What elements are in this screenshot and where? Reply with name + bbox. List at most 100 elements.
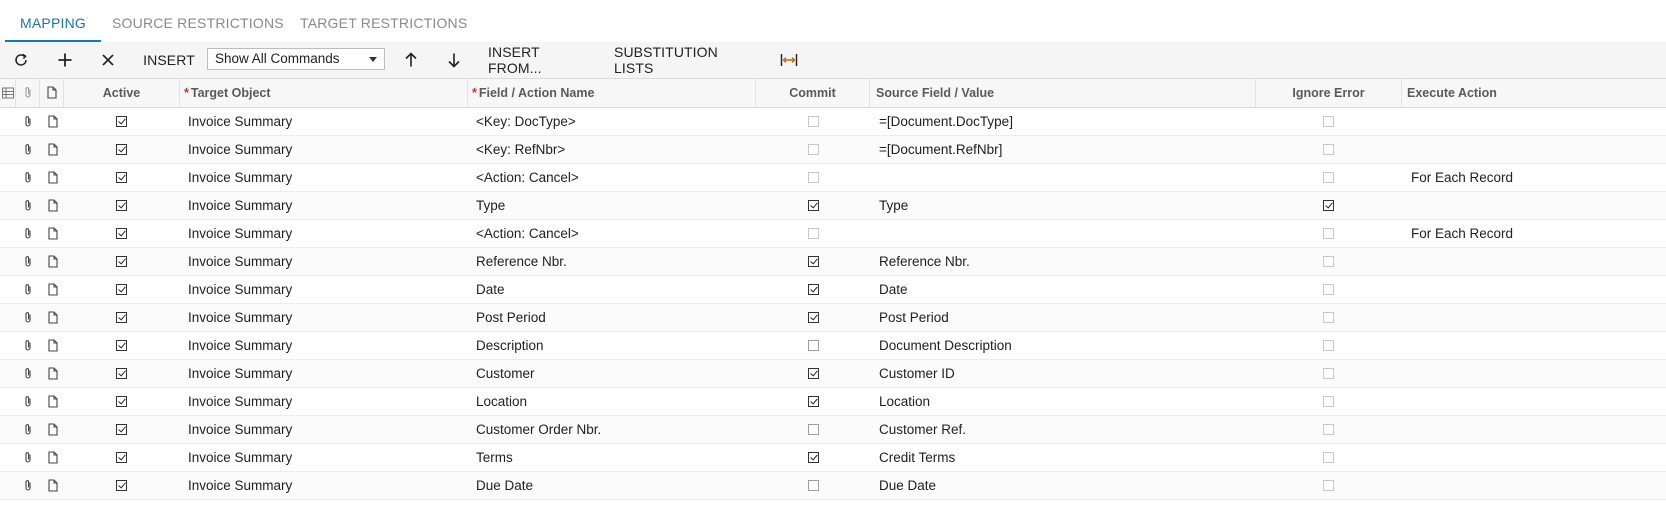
target-object-cell[interactable]: Invoice Summary [188, 332, 292, 360]
ignore-error-checkbox[interactable] [1323, 228, 1334, 239]
insert-button[interactable]: INSERT [142, 42, 196, 78]
table-row[interactable]: Invoice Summary Customer Order Nbr. Cust… [0, 416, 1666, 444]
paperclip-icon[interactable] [23, 395, 33, 413]
tab-source-restrictions[interactable]: SOURCE RESTRICTIONS [112, 0, 284, 41]
commit-checkbox[interactable] [808, 424, 819, 435]
field-action-cell[interactable]: Terms [476, 444, 513, 472]
insert-from-button[interactable]: INSERT FROM... [488, 42, 594, 78]
ignore-error-checkbox[interactable] [1323, 368, 1334, 379]
note-icon[interactable] [48, 143, 58, 161]
column-header-target-object[interactable]: * Target Object [180, 79, 468, 107]
target-object-cell[interactable]: Invoice Summary [188, 192, 292, 220]
paperclip-icon[interactable] [23, 283, 33, 301]
fit-columns-button[interactable] [778, 42, 800, 78]
note-icon[interactable] [48, 283, 58, 301]
field-action-cell[interactable]: Due Date [476, 472, 533, 500]
target-object-cell[interactable]: Invoice Summary [188, 136, 292, 164]
paperclip-icon[interactable] [23, 171, 33, 189]
column-header-execute-action[interactable]: Execute Action [1402, 79, 1666, 107]
commit-checkbox[interactable] [808, 312, 819, 323]
active-checkbox[interactable] [116, 368, 127, 379]
table-row[interactable]: Invoice Summary <Key: DocType> =[Documen… [0, 108, 1666, 136]
commit-checkbox[interactable] [808, 480, 819, 491]
tab-mapping[interactable]: MAPPING [5, 0, 101, 43]
target-object-cell[interactable]: Invoice Summary [188, 164, 292, 192]
commit-checkbox[interactable] [808, 396, 819, 407]
ignore-error-checkbox[interactable] [1323, 312, 1334, 323]
source-field-cell[interactable]: Location [879, 388, 930, 416]
source-field-cell[interactable]: Post Period [879, 304, 949, 332]
active-checkbox[interactable] [116, 284, 127, 295]
field-action-cell[interactable]: <Key: DocType> [476, 108, 576, 136]
table-row[interactable]: Invoice Summary <Action: Cancel> For Eac… [0, 220, 1666, 248]
target-object-cell[interactable]: Invoice Summary [188, 220, 292, 248]
delete-row-button[interactable] [96, 42, 120, 78]
ignore-error-checkbox[interactable] [1323, 256, 1334, 267]
field-action-cell[interactable]: <Action: Cancel> [476, 220, 579, 248]
paperclip-icon[interactable] [23, 311, 33, 329]
ignore-error-checkbox[interactable] [1323, 172, 1334, 183]
paperclip-icon[interactable] [23, 255, 33, 273]
field-action-cell[interactable]: Location [476, 388, 527, 416]
commit-checkbox[interactable] [808, 172, 819, 183]
table-row[interactable]: Invoice Summary Date Date [0, 276, 1666, 304]
table-row[interactable]: Invoice Summary Post Period Post Period [0, 304, 1666, 332]
active-checkbox[interactable] [116, 200, 127, 211]
active-checkbox[interactable] [116, 312, 127, 323]
ignore-error-checkbox[interactable] [1323, 116, 1334, 127]
paperclip-icon[interactable] [23, 199, 33, 217]
substitution-lists-button[interactable]: SUBSTITUTION LISTS [614, 42, 756, 78]
ignore-error-checkbox[interactable] [1323, 340, 1334, 351]
paperclip-icon[interactable] [23, 115, 33, 133]
target-object-cell[interactable]: Invoice Summary [188, 248, 292, 276]
field-action-cell[interactable]: <Action: Cancel> [476, 164, 579, 192]
move-down-button[interactable] [443, 42, 465, 78]
table-row[interactable]: Invoice Summary <Action: Cancel> For Eac… [0, 164, 1666, 192]
paperclip-icon[interactable] [23, 423, 33, 441]
active-checkbox[interactable] [116, 256, 127, 267]
column-header-field-action[interactable]: * Field / Action Name [468, 79, 756, 107]
move-up-button[interactable] [400, 42, 422, 78]
note-icon[interactable] [48, 423, 58, 441]
note-icon[interactable] [48, 227, 58, 245]
note-icon[interactable] [48, 115, 58, 133]
commit-checkbox[interactable] [808, 284, 819, 295]
target-object-cell[interactable]: Invoice Summary [188, 108, 292, 136]
note-icon[interactable] [48, 171, 58, 189]
commit-checkbox[interactable] [808, 452, 819, 463]
source-field-cell[interactable]: Type [879, 192, 908, 220]
source-field-cell[interactable]: Date [879, 276, 908, 304]
note-icon[interactable] [48, 311, 58, 329]
field-action-cell[interactable]: Customer [476, 360, 535, 388]
ignore-error-checkbox[interactable] [1323, 144, 1334, 155]
ignore-error-checkbox[interactable] [1323, 452, 1334, 463]
target-object-cell[interactable]: Invoice Summary [188, 360, 292, 388]
active-checkbox[interactable] [116, 396, 127, 407]
field-action-cell[interactable]: Date [476, 276, 505, 304]
source-field-cell[interactable]: Document Description [879, 332, 1012, 360]
commit-checkbox[interactable] [808, 340, 819, 351]
table-row[interactable]: Invoice Summary Type Type [0, 192, 1666, 220]
paperclip-icon[interactable] [23, 339, 33, 357]
active-checkbox[interactable] [116, 116, 127, 127]
paperclip-icon[interactable] [23, 451, 33, 469]
active-checkbox[interactable] [116, 172, 127, 183]
ignore-error-checkbox[interactable] [1323, 200, 1334, 211]
source-field-cell[interactable]: Customer ID [879, 360, 955, 388]
field-action-cell[interactable]: Post Period [476, 304, 546, 332]
source-field-cell[interactable]: =[Document.RefNbr] [879, 136, 1002, 164]
ignore-error-checkbox[interactable] [1323, 424, 1334, 435]
column-header-active[interactable]: Active [64, 79, 180, 107]
command-filter-select[interactable]: Show All Commands [207, 48, 385, 70]
note-icon[interactable] [48, 339, 58, 357]
target-object-cell[interactable]: Invoice Summary [188, 444, 292, 472]
ignore-error-checkbox[interactable] [1323, 284, 1334, 295]
source-field-cell[interactable]: =[Document.DocType] [879, 108, 1013, 136]
commit-checkbox[interactable] [808, 116, 819, 127]
note-icon[interactable] [48, 199, 58, 217]
field-action-cell[interactable]: Type [476, 192, 505, 220]
note-icon[interactable] [48, 451, 58, 469]
add-row-button[interactable] [52, 42, 78, 78]
target-object-cell[interactable]: Invoice Summary [188, 388, 292, 416]
ignore-error-checkbox[interactable] [1323, 396, 1334, 407]
